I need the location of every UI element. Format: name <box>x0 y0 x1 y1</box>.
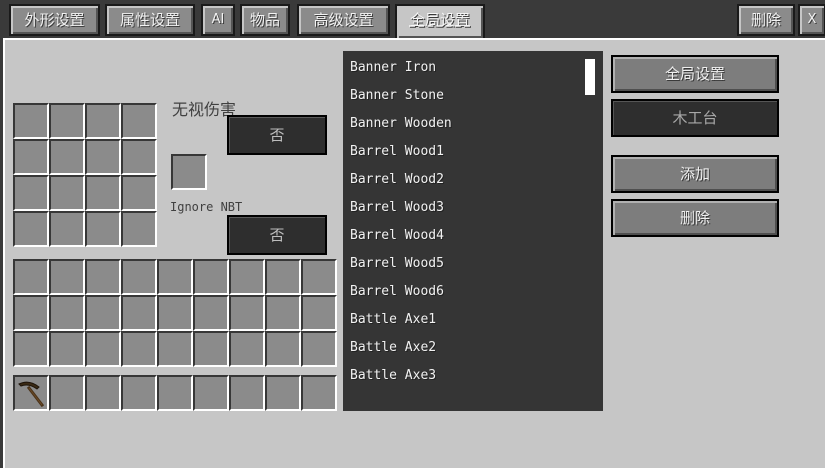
inventory-slot[interactable] <box>121 259 157 295</box>
craft-slot[interactable] <box>49 103 85 139</box>
craft-slot[interactable] <box>85 103 121 139</box>
hotbar-slot[interactable] <box>229 375 265 411</box>
close-tab-button[interactable]: X <box>798 4 825 36</box>
craft-slot[interactable] <box>85 211 121 247</box>
list-item[interactable]: Barrel Wood5 <box>350 256 444 271</box>
inventory-slot[interactable] <box>229 331 265 367</box>
tab-items[interactable]: 物品 <box>240 4 290 36</box>
hotbar-slot[interactable] <box>301 375 337 411</box>
tab-attributes[interactable]: 属性设置 <box>105 4 195 36</box>
list-item[interactable]: Barrel Wood4 <box>350 228 444 243</box>
hotbar-slot[interactable] <box>85 375 121 411</box>
inventory-slot[interactable] <box>193 295 229 331</box>
inventory-slot[interactable] <box>121 295 157 331</box>
craft-slot[interactable] <box>49 139 85 175</box>
list-item[interactable]: Banner Wooden <box>350 116 452 131</box>
inventory-slot[interactable] <box>301 295 337 331</box>
craft-slot[interactable] <box>13 103 49 139</box>
craft-slot[interactable] <box>121 139 157 175</box>
craft-slot[interactable] <box>85 175 121 211</box>
item-list[interactable]: Banner Iron Banner Stone Banner Wooden B… <box>343 51 603 411</box>
hotbar-slot[interactable] <box>121 375 157 411</box>
inventory-slot[interactable] <box>13 295 49 331</box>
list-item[interactable]: Barrel Wood2 <box>350 172 444 187</box>
hotbar-slot[interactable] <box>265 375 301 411</box>
list-item[interactable]: Banner Iron <box>350 60 436 75</box>
list-item[interactable]: Barrel Wood6 <box>350 284 444 299</box>
tab-appearance[interactable]: 外形设置 <box>9 4 100 36</box>
tab-global-label: 全局设置 <box>409 11 470 29</box>
inventory-slot[interactable] <box>121 331 157 367</box>
inventory-slot[interactable] <box>229 295 265 331</box>
delete-button[interactable]: 删除 <box>611 199 779 237</box>
list-item[interactable]: Battle Axe3 <box>350 368 436 383</box>
inventory-slot[interactable] <box>85 259 121 295</box>
inventory-slot[interactable] <box>301 331 337 367</box>
ignore-nbt-toggle[interactable]: 否 <box>227 215 327 255</box>
list-item[interactable]: Barrel Wood3 <box>350 200 444 215</box>
tab-advanced[interactable]: 高级设置 <box>297 4 390 36</box>
craft-slot[interactable] <box>13 139 49 175</box>
add-button[interactable]: 添加 <box>611 155 779 193</box>
inventory-slot[interactable] <box>13 331 49 367</box>
inventory-slot[interactable] <box>229 259 265 295</box>
craft-slot[interactable] <box>13 175 49 211</box>
result-slot[interactable] <box>171 154 207 190</box>
inventory-slot[interactable] <box>13 259 49 295</box>
tab-global[interactable]: 全局设置 <box>395 4 485 40</box>
craft-slot[interactable] <box>85 139 121 175</box>
inventory-slot[interactable] <box>157 259 193 295</box>
list-item[interactable]: Barrel Wood1 <box>350 144 444 159</box>
inventory-slot[interactable] <box>157 331 193 367</box>
pickaxe-icon <box>18 381 45 408</box>
inventory-slot[interactable] <box>265 295 301 331</box>
inventory-slot[interactable] <box>49 295 85 331</box>
inventory-slot[interactable] <box>157 295 193 331</box>
ignore-nbt-label: Ignore NBT <box>170 200 243 214</box>
inventory-slot[interactable] <box>193 331 229 367</box>
list-item[interactable]: Banner Stone <box>350 88 444 103</box>
ignore-damage-toggle[interactable]: 否 <box>227 115 327 155</box>
tab-ai[interactable]: AI <box>201 4 235 36</box>
craft-slot[interactable] <box>121 211 157 247</box>
workbench-button[interactable]: 木工台 <box>611 99 779 137</box>
craft-slot[interactable] <box>13 211 49 247</box>
inventory-slot[interactable] <box>49 331 85 367</box>
list-item[interactable]: Battle Axe1 <box>350 312 436 327</box>
hotbar-slot[interactable] <box>193 375 229 411</box>
inventory-slot[interactable] <box>193 259 229 295</box>
tab-delete[interactable]: 删除 <box>737 4 795 36</box>
inventory-slot[interactable] <box>265 259 301 295</box>
list-item[interactable]: Battle Axe2 <box>350 340 436 355</box>
inventory-slot[interactable] <box>49 259 85 295</box>
global-settings-button[interactable]: 全局设置 <box>611 55 779 93</box>
craft-slot[interactable] <box>49 175 85 211</box>
craft-slot[interactable] <box>49 211 85 247</box>
list-scrollbar-thumb[interactable] <box>585 59 595 95</box>
inventory-slot[interactable] <box>85 295 121 331</box>
craft-slot[interactable] <box>121 103 157 139</box>
tab-bar: 外形设置 属性设置 AI 物品 高级设置 全局设置 删除 X <box>0 0 825 40</box>
inventory-slot[interactable] <box>85 331 121 367</box>
hotbar-slot[interactable] <box>49 375 85 411</box>
inventory-slot[interactable] <box>301 259 337 295</box>
inventory-slot[interactable] <box>265 331 301 367</box>
hotbar-slot[interactable] <box>157 375 193 411</box>
craft-slot[interactable] <box>121 175 157 211</box>
hotbar-slot[interactable] <box>13 375 49 411</box>
